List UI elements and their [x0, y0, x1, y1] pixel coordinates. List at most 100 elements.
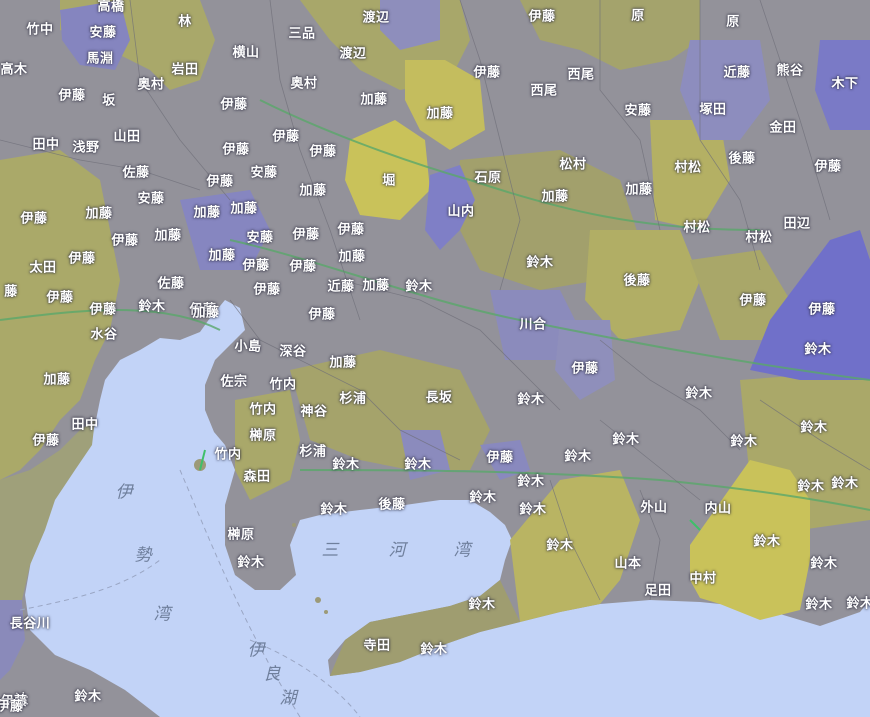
surname-label[interactable]: 杉浦 [339, 393, 366, 406]
surname-label[interactable]: 熊谷 [776, 65, 803, 78]
surname-map[interactable]: 伊 勢 湾 三 河 湾 伊 良 湖 高橋 竹中 安藤林渡辺 伊藤原原馬淵 三品 横山 渡辺高… [0, 0, 870, 717]
surname-label[interactable]: 鈴木 [405, 281, 432, 294]
surname-label[interactable]: 安藤 [624, 105, 651, 118]
surname-label[interactable]: 安藤 [89, 27, 116, 40]
surname-label[interactable]: 鈴木 [800, 422, 827, 435]
surname-label[interactable]: 奥村 [137, 79, 164, 92]
surname-label[interactable]: 伊藤 [58, 90, 85, 103]
surname-label[interactable]: 石原 [474, 172, 501, 185]
surname-label[interactable]: 安藤 [246, 232, 273, 245]
surname-label[interactable]: 伊藤 [814, 161, 841, 174]
surname-label[interactable]: 三品 [288, 28, 315, 41]
surname-label[interactable]: 伊藤 [220, 99, 247, 112]
surname-label[interactable]: 伊藤 [89, 304, 116, 317]
surname-label[interactable]: 松村 [559, 159, 586, 172]
surname-label[interactable]: 村松 [674, 162, 701, 175]
surname-label[interactable]: 伊藤 [242, 260, 269, 273]
surname-label[interactable]: 長坂 [425, 392, 452, 405]
surname-label[interactable]: 山本 [614, 558, 641, 571]
surname-label[interactable]: 加藤 [360, 94, 387, 107]
surname-label[interactable]: 鈴木 [420, 644, 447, 657]
surname-label[interactable]: 原 [631, 10, 645, 23]
surname-label[interactable]: 外山 [640, 502, 667, 515]
surname-label[interactable]: 村松 [683, 222, 710, 235]
surname-label[interactable]: 伊藤 [206, 176, 233, 189]
surname-label[interactable]: 伊藤 [272, 131, 299, 144]
surname-label[interactable]: 竹中 [26, 24, 53, 37]
surname-label[interactable]: 伊藤 [46, 292, 73, 305]
surname-label[interactable]: 伊藤 [253, 284, 280, 297]
surname-label[interactable]: 中村 [689, 573, 716, 586]
surname-label[interactable]: 鈴木 [730, 436, 757, 449]
surname-label[interactable]: 加藤 [329, 357, 356, 370]
surname-label[interactable]: 山田 [113, 131, 140, 144]
surname-label[interactable]: 鈴木 [468, 599, 495, 612]
surname-label[interactable]: 横山 [232, 47, 259, 60]
surname-label[interactable]: 伊藤 [486, 452, 513, 465]
surname-label[interactable]: 鈴木 [404, 459, 431, 472]
surname-label[interactable]: 鈴木 [810, 558, 837, 571]
surname-label[interactable]: 伊藤 [739, 295, 766, 308]
surname-label[interactable]: 鈴木 [804, 344, 831, 357]
surname-label[interactable]: 長谷川 [10, 618, 51, 631]
surname-label[interactable]: 田中 [32, 139, 59, 152]
surname-label[interactable]: 近藤 [327, 281, 354, 294]
surname-label[interactable]: 伊藤 [571, 363, 598, 376]
surname-label[interactable]: 伊藤 [0, 701, 24, 714]
surname-label[interactable]: 鈴木 [546, 540, 573, 553]
surname-label[interactable]: 榊原 [249, 430, 276, 443]
surname-label[interactable]: 寺田 [363, 640, 390, 653]
surname-label[interactable]: 山内 [447, 206, 474, 219]
surname-label[interactable]: 安藤 [250, 167, 277, 180]
surname-label[interactable]: 伊藤 [808, 304, 835, 317]
surname-label[interactable]: 佐藤 [122, 167, 149, 180]
surname-label[interactable]: 塚田 [699, 104, 726, 117]
surname-label[interactable]: 鈴木 [332, 459, 359, 472]
surname-label[interactable]: 加藤 [230, 203, 257, 216]
surname-label[interactable]: 加藤 [193, 207, 220, 220]
surname-label[interactable]: 田辺 [783, 218, 810, 231]
surname-label[interactable]: 高橋 [97, 1, 124, 14]
surname-label[interactable]: 竹内 [249, 404, 276, 417]
surname-label[interactable]: 伊藤 [111, 235, 138, 248]
surname-label[interactable]: 加藤 [85, 208, 112, 221]
surname-label[interactable]: 伊藤 [68, 253, 95, 266]
surname-label[interactable]: 鈴木 [797, 481, 824, 494]
surname-label[interactable]: 木下 [831, 78, 858, 91]
surname-label[interactable]: 西尾 [530, 85, 557, 98]
surname-label[interactable]: 伊藤 [289, 261, 316, 274]
surname-label[interactable]: 伊藤 [337, 224, 364, 237]
surname-label[interactable]: 鈴木 [831, 478, 858, 491]
surname-label[interactable]: 加藤 [192, 307, 219, 320]
surname-label[interactable]: 浅野 [72, 142, 99, 155]
surname-label[interactable]: 森田 [243, 471, 270, 484]
surname-label[interactable]: 田中 [71, 419, 98, 432]
surname-label[interactable]: 加藤 [541, 191, 568, 204]
surname-label[interactable]: 近藤 [723, 67, 750, 80]
surname-label[interactable]: 岩田 [171, 64, 198, 77]
surname-label[interactable]: 加藤 [43, 374, 70, 387]
surname-label[interactable]: 鈴木 [138, 301, 165, 314]
surname-label[interactable]: 鈴木 [753, 536, 780, 549]
surname-label[interactable]: 太田 [29, 262, 56, 275]
surname-label[interactable]: 堀 [382, 175, 396, 188]
surname-label[interactable]: 加藤 [426, 108, 453, 121]
surname-label[interactable]: 鈴木 [685, 388, 712, 401]
surname-label[interactable]: 馬淵 [86, 53, 113, 66]
surname-label[interactable]: 深谷 [279, 346, 306, 359]
surname-label[interactable]: 鈴木 [320, 504, 347, 517]
surname-label[interactable]: 鈴木 [526, 257, 553, 270]
surname-label[interactable]: 杉浦 [299, 446, 326, 459]
surname-label[interactable]: 神谷 [300, 406, 327, 419]
surname-label[interactable]: 伊藤 [292, 229, 319, 242]
surname-label[interactable]: 竹内 [214, 449, 241, 462]
surname-label[interactable]: 佐藤 [157, 278, 184, 291]
surname-label[interactable]: 加藤 [338, 251, 365, 264]
surname-label[interactable]: 伊藤 [309, 146, 336, 159]
surname-label[interactable]: 林 [178, 16, 192, 29]
surname-label[interactable]: 伊藤 [308, 309, 335, 322]
surname-label[interactable]: 伊藤 [473, 67, 500, 80]
surname-label[interactable]: 西尾 [567, 69, 594, 82]
surname-label[interactable]: 安藤 [137, 193, 164, 206]
surname-label[interactable]: 渡辺 [339, 48, 366, 61]
